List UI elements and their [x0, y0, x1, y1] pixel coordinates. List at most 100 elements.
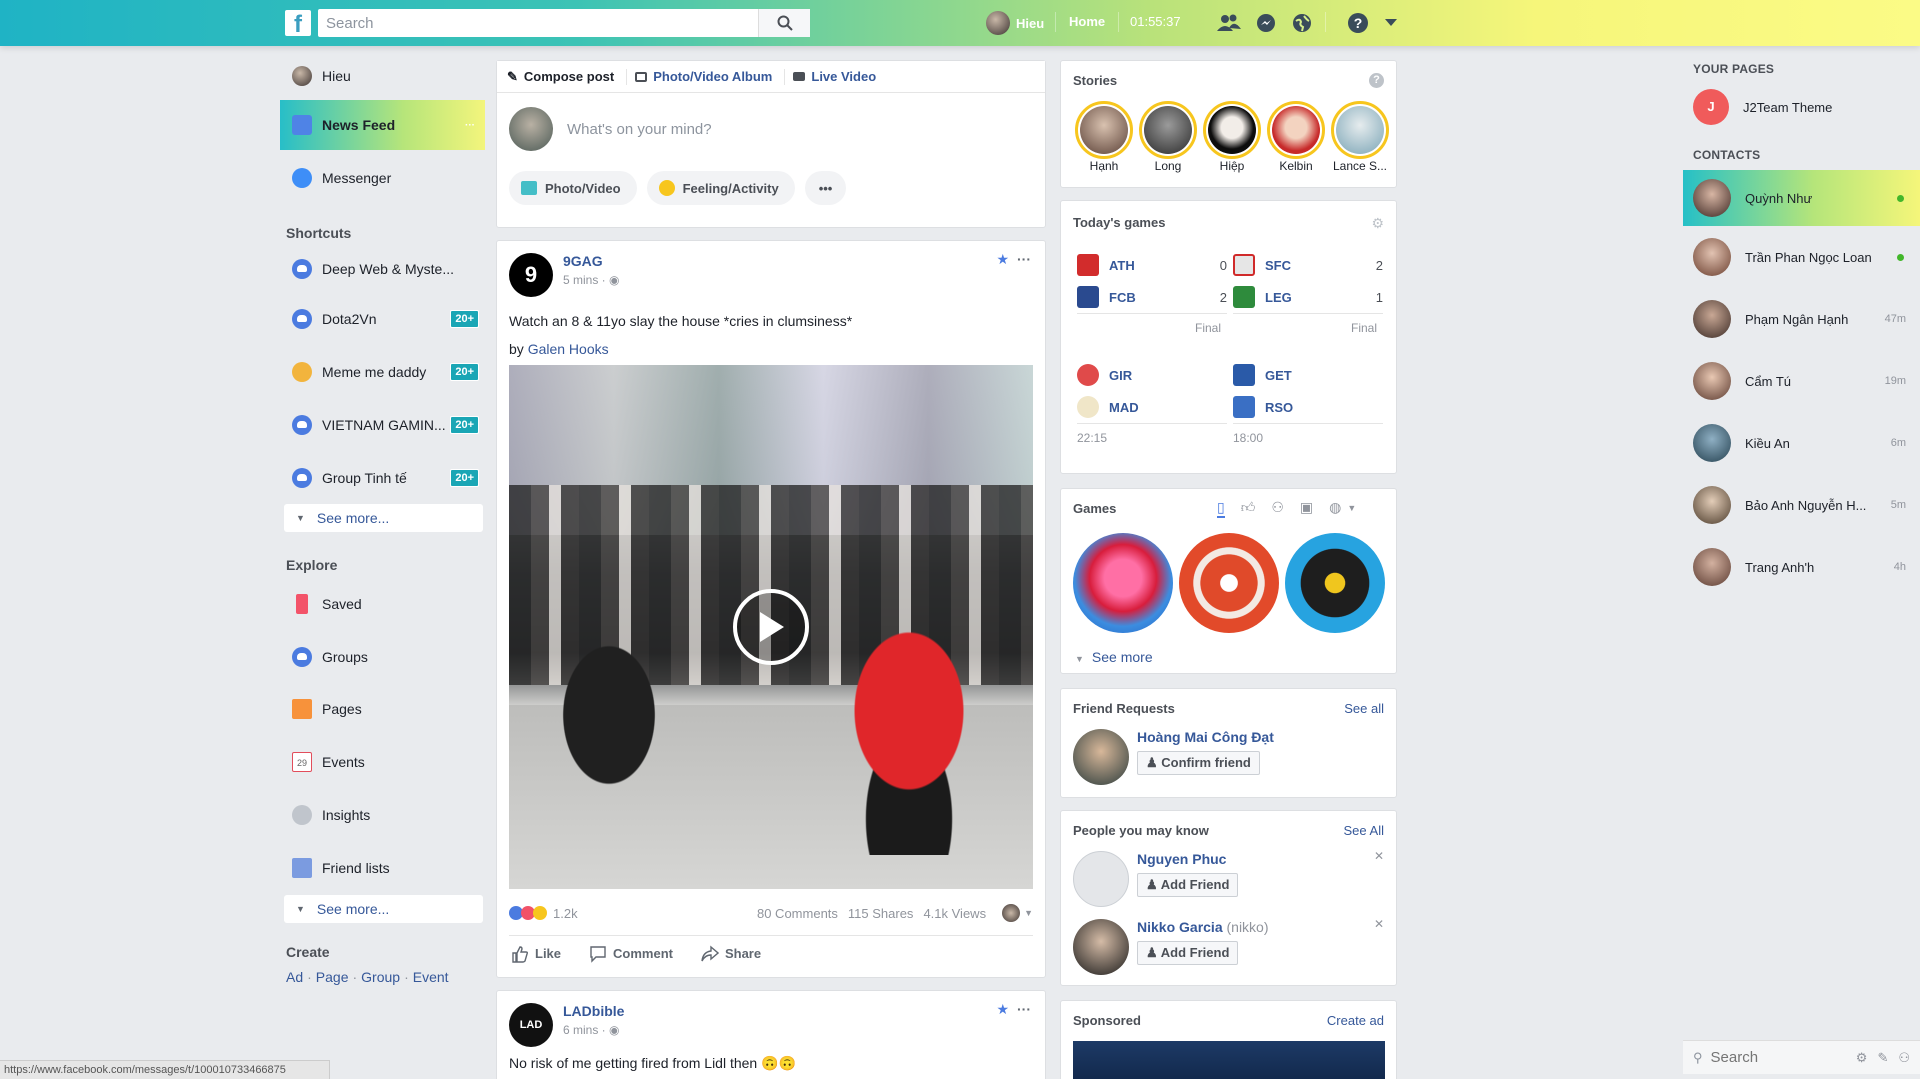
help-icon[interactable]: ? [1346, 11, 1370, 35]
comment-button[interactable]: Comment [589, 945, 673, 963]
ladbible-logo[interactable]: LAD [509, 1003, 553, 1047]
friend-requests-icon[interactable] [1217, 11, 1241, 35]
add-friend-button[interactable]: ♟ Add Friend [1137, 873, 1239, 897]
shortcut-item[interactable]: Dota2Vn 20+ [280, 292, 485, 345]
notifications-globe-icon[interactable] [1290, 11, 1314, 35]
match-card[interactable]: SFC 2 LEG 1 Final [1233, 249, 1383, 341]
group-chat-icon[interactable]: ⚇ [1898, 1050, 1910, 1066]
story-item[interactable]: Lance S... [1329, 101, 1391, 173]
credit-link[interactable]: Galen Hooks [528, 341, 609, 357]
requester-name[interactable]: Hoàng Mai Công Đạt [1137, 729, 1274, 745]
avatar[interactable] [1073, 729, 1129, 785]
suggestion-name[interactable]: Nguyen Phuc [1137, 851, 1226, 867]
composer-placeholder[interactable]: What's on your mind? [567, 121, 712, 138]
shortcut-item[interactable]: Meme me daddy 20+ [280, 345, 485, 398]
add-friend-button[interactable]: ♟ Add Friend [1137, 941, 1239, 965]
games-see-more-link[interactable]: ▼ See more [1075, 649, 1153, 665]
music-disc-game-icon[interactable] [1285, 533, 1385, 633]
more-dots-icon[interactable]: ··· [1017, 251, 1031, 267]
sidebar-item-pages[interactable]: Pages [280, 683, 485, 735]
messenger-icon[interactable] [1254, 11, 1278, 35]
chat-search-input[interactable] [1710, 1049, 1821, 1066]
photo-video-button[interactable]: Photo/Video [509, 171, 637, 205]
comment-count[interactable]: 80 Comments [757, 906, 838, 921]
nav-home-link[interactable]: Home [1069, 14, 1105, 29]
feeling-activity-button[interactable]: Feeling/Activity [646, 171, 795, 205]
contact-item[interactable]: Bảo Anh Nguyễn H... 5m [1683, 474, 1920, 536]
share-count[interactable]: 115 Shares [848, 906, 914, 921]
sidebar-item-events[interactable]: 29 Events [280, 735, 485, 789]
sidebar-item-insights[interactable]: Insights [280, 789, 485, 841]
create-group-link[interactable]: Group [361, 969, 400, 985]
composer-input-row[interactable]: What's on your mind? [497, 93, 1045, 165]
tab-photo-video-album[interactable]: Photo/Video Album [635, 68, 786, 85]
avatar[interactable] [1073, 919, 1129, 975]
thumbs-up-tab-icon[interactable]: 👍︎ [1241, 499, 1256, 518]
chevron-down-icon[interactable]: ▼ [1347, 503, 1356, 518]
page-item[interactable]: J J2Team Theme [1683, 84, 1920, 130]
friend-requests-see-all[interactable]: See all [1344, 701, 1384, 716]
sidebar-item-groups[interactable]: Groups [280, 630, 485, 683]
candy-crush-game-icon[interactable] [1073, 533, 1173, 633]
more-options-button[interactable]: ••• [804, 171, 847, 205]
facebook-logo[interactable]: f [285, 10, 311, 36]
contact-item[interactable]: Phạm Ngân Hạnh 47m [1683, 288, 1920, 350]
create-page-link[interactable]: Page [316, 969, 349, 985]
match-card[interactable]: GET RSO 18:00 [1233, 359, 1383, 451]
search-button[interactable] [758, 9, 810, 37]
dismiss-close-icon[interactable]: ✕ [1374, 917, 1384, 931]
caret-down-icon[interactable]: ▼ [1024, 908, 1033, 918]
contact-item[interactable]: Trang Anh'h 4h [1683, 536, 1920, 598]
settings-gear-icon[interactable]: ⚙ [1371, 215, 1384, 232]
messenger-tab-icon[interactable]: ◍ [1329, 499, 1341, 518]
story-item[interactable]: Hiệp [1201, 101, 1263, 173]
shortcut-item[interactable]: Deep Web & Myste... [280, 246, 485, 292]
dismiss-close-icon[interactable]: ✕ [1374, 849, 1384, 863]
story-item[interactable]: Long [1137, 101, 1199, 173]
post-author[interactable]: 9GAG [563, 253, 620, 269]
like-button[interactable]: Like [511, 945, 561, 963]
match-card[interactable]: GIR MAD 22:15 [1077, 359, 1227, 451]
settings-gear-icon[interactable]: ⚙ [1856, 1050, 1868, 1066]
story-item[interactable]: Hạnh [1073, 101, 1135, 173]
create-event-link[interactable]: Event [413, 969, 449, 985]
contact-item[interactable]: Quỳnh Như [1683, 170, 1920, 226]
sidebar-item-saved[interactable]: Saved [280, 578, 485, 630]
sidebar-item-friend-lists[interactable]: Friend lists [280, 841, 485, 895]
story-item[interactable]: Kelbin [1265, 101, 1327, 173]
new-message-icon[interactable]: ✎ [1877, 1050, 1888, 1066]
play-button-icon[interactable] [733, 589, 809, 665]
sidebar-item-news-feed[interactable]: News Feed ··· [280, 100, 485, 150]
9gag-logo[interactable]: 9 [509, 253, 553, 297]
post-timestamp[interactable]: 5 mins · ◉ [563, 273, 620, 287]
sidebar-item-messenger[interactable]: Messenger [280, 150, 485, 206]
tab-live-video[interactable]: Live Video [793, 69, 888, 85]
confirm-friend-button[interactable]: ♟ Confirm friend [1137, 751, 1260, 775]
create-ad-link[interactable]: Create ad [1327, 1013, 1384, 1028]
shortcut-item[interactable]: Group Tinh tế 20+ [280, 451, 485, 504]
share-button[interactable]: Share [701, 944, 761, 963]
shortcut-item[interactable]: VIETNAM GAMIN... 20+ [280, 398, 485, 451]
friends-tab-icon[interactable]: ⚇ [1271, 499, 1284, 518]
avatar[interactable] [1002, 904, 1021, 922]
search-input[interactable] [318, 9, 758, 37]
help-icon[interactable]: ? [1369, 73, 1384, 88]
contact-item[interactable]: Trần Phan Ngọc Loan [1683, 226, 1920, 288]
tab-compose-post[interactable]: ✎ Compose post [507, 68, 628, 85]
star-icon[interactable]: ★ [997, 251, 1010, 267]
suggestion-name[interactable]: Nikko Garcia [1137, 919, 1223, 935]
star-icon[interactable]: ★ [997, 1001, 1010, 1017]
match-card[interactable]: ATH 0 FCB 2 Final [1077, 249, 1227, 341]
avatar[interactable] [1073, 851, 1129, 907]
more-dots-icon[interactable]: ··· [1017, 1001, 1031, 1017]
post-video[interactable] [509, 365, 1033, 889]
contact-item[interactable]: Kiều An 6m [1683, 412, 1920, 474]
explore-see-more-button[interactable]: ▼ See more... [284, 895, 483, 923]
post-author[interactable]: LADbible [563, 1003, 624, 1019]
film-reel-game-icon[interactable] [1179, 533, 1279, 633]
instant-game-tab-icon[interactable]: ▣ [1300, 499, 1313, 518]
account-menu-chevron-icon[interactable] [1379, 11, 1403, 35]
reaction-count[interactable]: 1.2k [553, 906, 578, 921]
nav-profile-link[interactable]: Hieu [986, 11, 1044, 35]
pymk-see-all[interactable]: See All [1344, 823, 1384, 838]
